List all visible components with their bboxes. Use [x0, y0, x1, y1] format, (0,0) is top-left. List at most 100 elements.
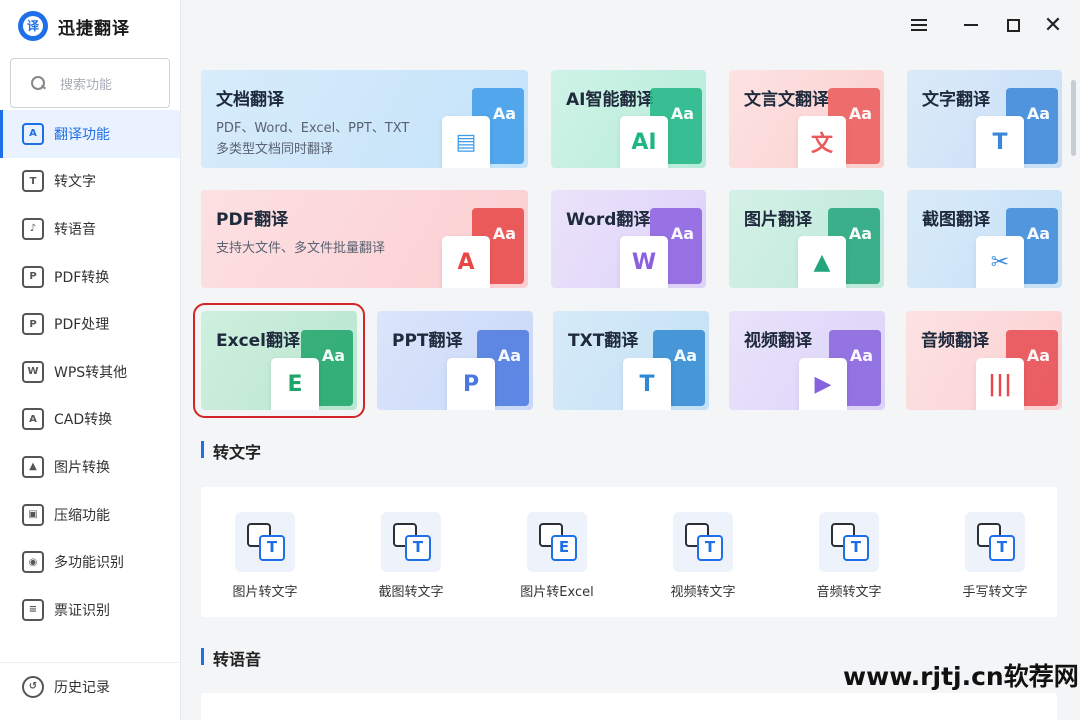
- card-title: PDF翻译: [216, 210, 289, 230]
- tool-label: 图片转文字: [232, 585, 298, 600]
- history-icon: ↺: [22, 675, 44, 698]
- sidebar-item-label: 翻译功能: [54, 126, 110, 143]
- card-ai-translate[interactable]: AI智能翻译 Aa AI: [551, 70, 706, 168]
- card-text-translate[interactable]: 文字翻译 Aa T: [907, 70, 1062, 168]
- tool-image-to-text[interactable]: T 图片转文字: [205, 512, 325, 600]
- to-speech-icon: ♪: [22, 217, 44, 240]
- search-icon: [31, 75, 46, 91]
- card-glyph-icon: P: [447, 358, 495, 410]
- sidebar-item-label: 转文字: [54, 174, 96, 191]
- card-classical-translate[interactable]: 文言文翻译 Aa 文: [729, 70, 884, 168]
- card-glyph-icon: A: [442, 236, 490, 288]
- sidebar-item-label: CAD转换: [54, 412, 113, 429]
- sidebar-nav: A 翻译功能 T 转文字 ♪ 转语音 P PDF转换 P PDF处理 W WPS转其他 A CAD转换 ▲ 图…: [0, 110, 180, 634]
- card-pdf-translate[interactable]: PDF翻译支持大文件、多文件批量翻译 Aa A: [201, 190, 528, 288]
- sidebar-item-multi-recognize[interactable]: ◉ 多功能识别: [0, 538, 180, 586]
- card-illustration-icon: Aa ✂: [968, 208, 1062, 288]
- aa-glyph-icon: Aa: [848, 224, 872, 243]
- card-glyph-icon: ▤: [442, 116, 490, 168]
- app-logo-icon: 译: [18, 11, 48, 41]
- image-to-excel-icon: E: [527, 512, 587, 572]
- card-doc-translate[interactable]: 文档翻译 PDF、Word、Excel、PPT、TXT 多类型文档同时翻译 Aa ▤: [201, 70, 528, 168]
- card-illustration-icon: Aa E: [263, 330, 357, 410]
- tool-image-to-excel[interactable]: E 图片转Excel: [497, 512, 617, 600]
- to-speech-panel: [201, 693, 1057, 720]
- tool-screenshot-to-text[interactable]: T 截图转文字: [351, 512, 471, 600]
- aa-glyph-icon: Aa: [497, 346, 521, 365]
- sidebar-item-to-speech[interactable]: ♪ 转语音: [0, 205, 180, 253]
- sidebar-item-image-convert[interactable]: ▲ 图片转换: [0, 443, 180, 491]
- card-glyph-icon: ▶: [799, 358, 847, 410]
- card-glyph-icon: |||: [976, 358, 1024, 410]
- sidebar-item-wps-convert[interactable]: W WPS转其他: [0, 348, 180, 396]
- aa-glyph-icon: Aa: [848, 104, 872, 123]
- card-audio-translate[interactable]: 音频翻译 Aa |||: [906, 311, 1062, 410]
- section-title-to-speech: 转语音: [201, 646, 261, 670]
- maximize-icon[interactable]: [1000, 12, 1026, 38]
- wps-convert-icon: W: [22, 360, 44, 383]
- card-illustration-icon: Aa |||: [968, 330, 1062, 410]
- tool-handwriting-to-text[interactable]: T 手写转文字: [935, 512, 1055, 600]
- tool-glyph: T: [259, 535, 285, 561]
- card-word-translate[interactable]: Word翻译 Aa W: [551, 190, 706, 288]
- audio-to-text-icon: T: [819, 512, 879, 572]
- tool-label: 手写转文字: [962, 585, 1028, 600]
- tool-audio-to-text[interactable]: T 音频转文字: [789, 512, 909, 600]
- card-illustration-icon: Aa 文: [790, 88, 884, 168]
- sidebar-item-to-text[interactable]: T 转文字: [0, 158, 180, 206]
- aa-glyph-icon: Aa: [321, 346, 345, 365]
- sidebar-item-label: 转语音: [54, 221, 96, 238]
- sidebar-item-label: 图片转换: [54, 459, 110, 476]
- aa-glyph-icon: Aa: [1026, 224, 1050, 243]
- search-input[interactable]: 搜索功能: [10, 58, 170, 108]
- sidebar-item-pdf-process[interactable]: P PDF处理: [0, 300, 180, 348]
- card-illustration-icon: Aa ▶: [791, 330, 885, 410]
- menu-icon[interactable]: [906, 12, 932, 38]
- sidebar-item-label: 压缩功能: [54, 507, 110, 524]
- to-text-icon: T: [22, 170, 44, 193]
- pdf-process-icon: P: [22, 313, 44, 336]
- sidebar-item-label: 多功能识别: [54, 555, 124, 572]
- card-illustration-icon: Aa A: [434, 208, 528, 288]
- card-description: 支持大文件、多文件批量翻译: [216, 241, 386, 256]
- screenshot-to-text-icon: T: [381, 512, 441, 572]
- card-excel-translate[interactable]: Excel翻译 Aa E: [193, 303, 365, 418]
- history-button[interactable]: ↺ 历史记录: [0, 662, 180, 710]
- aa-glyph-icon: Aa: [670, 104, 694, 123]
- card-video-translate[interactable]: 视频翻译 Aa ▶: [729, 311, 885, 410]
- card-illustration-icon: Aa T: [615, 330, 709, 410]
- card-illustration-icon: Aa W: [612, 208, 706, 288]
- card-illustration-icon: Aa T: [968, 88, 1062, 168]
- card-glyph-icon: 文: [798, 116, 846, 168]
- sidebar-item-translate[interactable]: A 翻译功能: [0, 110, 180, 158]
- history-label: 历史记录: [54, 679, 110, 696]
- sidebar-item-cad-convert[interactable]: A CAD转换: [0, 396, 180, 444]
- tool-video-to-text[interactable]: T 视频转文字: [643, 512, 763, 600]
- sidebar-item-ticket-recognize[interactable]: ≡ 票证识别: [0, 586, 180, 634]
- card-glyph-icon: AI: [620, 116, 668, 168]
- card-illustration-icon: Aa ▤: [434, 88, 528, 168]
- minimize-icon[interactable]: [958, 12, 984, 38]
- close-icon[interactable]: ✕: [1040, 12, 1066, 38]
- aa-glyph-icon: Aa: [492, 104, 516, 123]
- aa-glyph-icon: Aa: [1026, 104, 1050, 123]
- aa-glyph-icon: Aa: [670, 224, 694, 243]
- pdf-convert-icon: P: [22, 265, 44, 288]
- card-ppt-translate[interactable]: PPT翻译 Aa P: [377, 311, 533, 410]
- card-glyph-icon: T: [976, 116, 1024, 168]
- card-title: 文档翻译: [216, 90, 284, 110]
- aa-glyph-icon: Aa: [849, 346, 873, 365]
- card-image-translate[interactable]: 图片翻译 Aa ▲: [729, 190, 884, 288]
- scrollbar[interactable]: [1071, 80, 1076, 156]
- card-txt-translate[interactable]: TXT翻译 Aa T: [553, 311, 709, 410]
- tool-label: 音频转文字: [816, 585, 882, 600]
- sidebar-item-compress[interactable]: ▣ 压缩功能: [0, 491, 180, 539]
- card-screenshot-translate[interactable]: 截图翻译 Aa ✂: [907, 190, 1062, 288]
- tool-glyph: T: [989, 535, 1015, 561]
- tool-label: 图片转Excel: [520, 585, 594, 600]
- aa-glyph-icon: Aa: [492, 224, 516, 243]
- sidebar-item-pdf-convert[interactable]: P PDF转换: [0, 253, 180, 301]
- image-convert-icon: ▲: [22, 455, 44, 478]
- card-glyph-icon: T: [623, 358, 671, 410]
- ticket-recognize-icon: ≡: [22, 598, 44, 621]
